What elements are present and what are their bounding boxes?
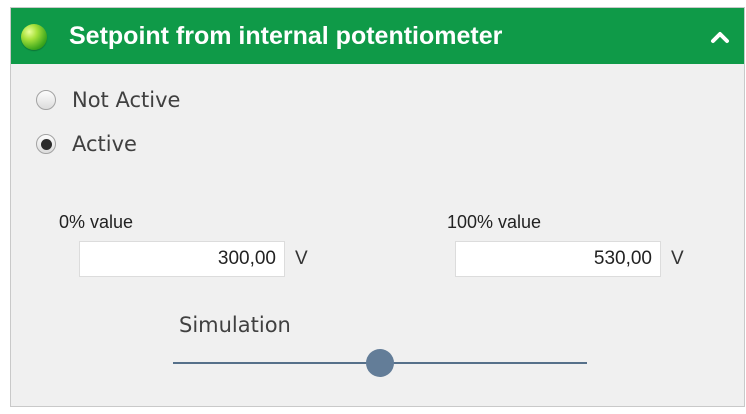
radio-label-not-active: Not Active	[72, 88, 181, 112]
radio-not-active[interactable]: Not Active	[36, 85, 180, 115]
hundred-percent-label: 100% value	[447, 212, 542, 232]
radio-selected-dot	[40, 138, 52, 150]
panel-header[interactable]: Setpoint from internal potentiometer	[11, 8, 744, 64]
green-status-light-icon	[21, 24, 47, 50]
potentiometer-setpoint-panel: Setpoint from internal potentiometer Not…	[10, 7, 745, 407]
slider-thumb[interactable]	[366, 349, 394, 377]
collapse-button[interactable]	[705, 24, 735, 50]
zero-percent-value-input[interactable]	[79, 241, 285, 277]
simulation-slider[interactable]	[173, 348, 587, 378]
simulation-label: Simulation	[179, 313, 291, 337]
radio-button-active[interactable]	[36, 134, 56, 154]
hundred-percent-value-input[interactable]	[455, 241, 661, 277]
zero-percent-unit: V	[295, 248, 308, 269]
chevron-up-icon	[711, 32, 729, 43]
radio-button-not-active[interactable]	[36, 90, 56, 110]
radio-label-active: Active	[72, 132, 137, 156]
hundred-percent-unit: V	[671, 248, 684, 269]
zero-percent-label: 0% value	[59, 212, 134, 232]
radio-active[interactable]: Active	[36, 129, 137, 159]
panel-title: Setpoint from internal potentiometer	[69, 22, 503, 50]
